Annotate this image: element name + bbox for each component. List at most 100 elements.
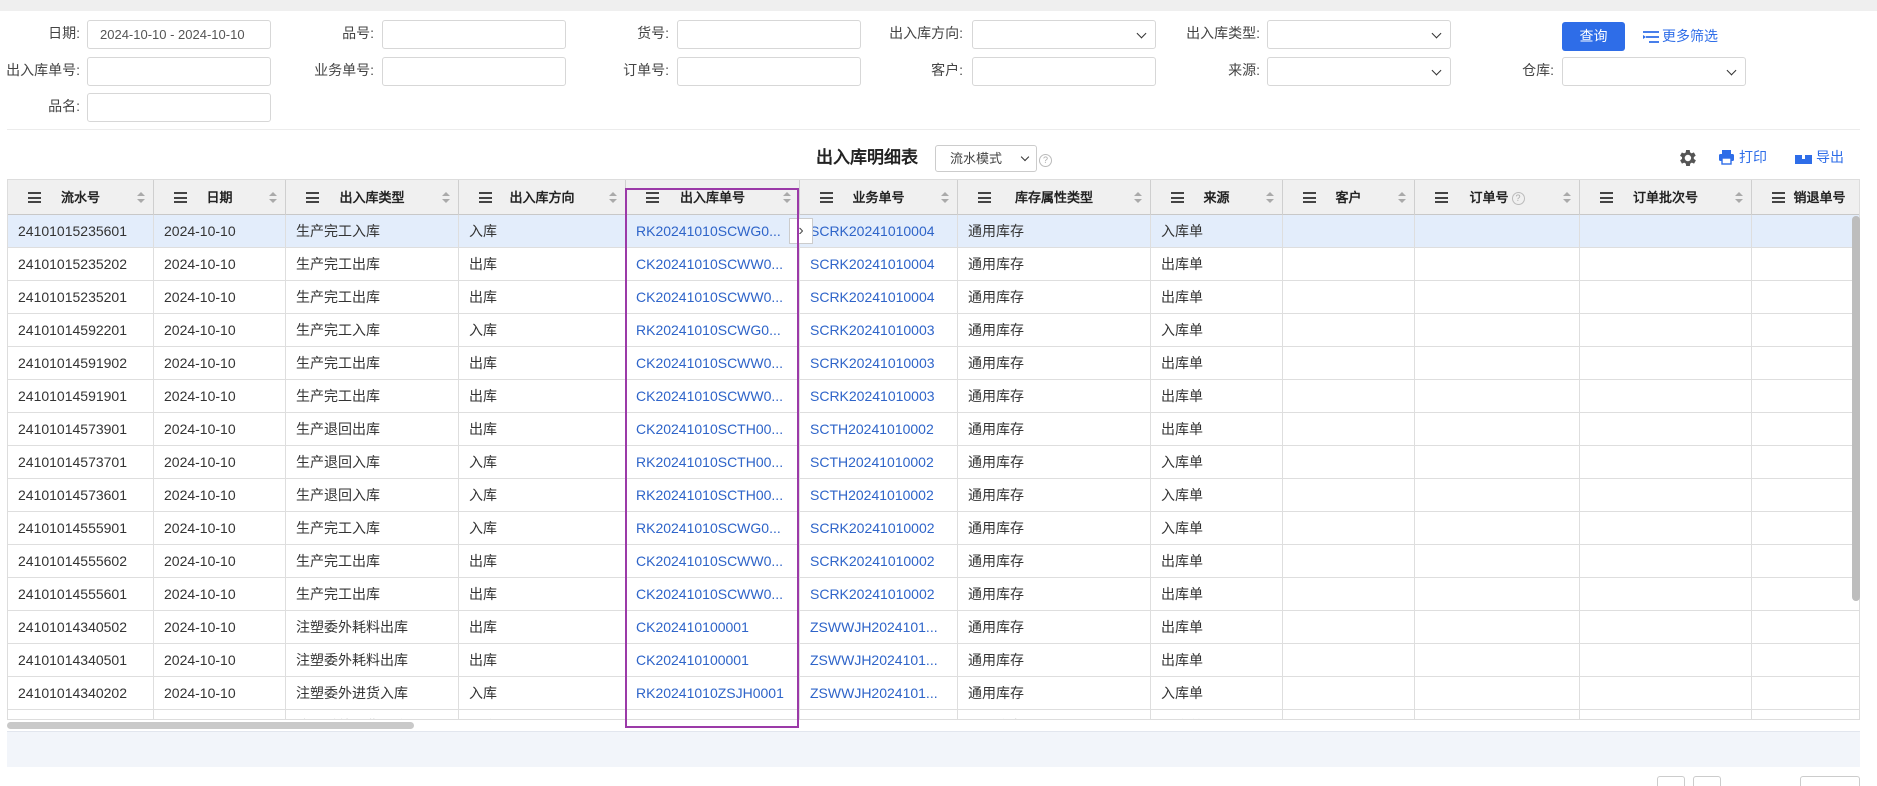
- column-header-order-batch-no[interactable]: 订单批次号: [1580, 180, 1752, 215]
- sort-icon[interactable]: [269, 192, 277, 204]
- cell-business-no[interactable]: SCRK20241010002: [800, 512, 958, 544]
- warehouse-select[interactable]: [1562, 57, 1746, 86]
- mode-select[interactable]: 流水模式: [935, 145, 1037, 172]
- inout-no-input[interactable]: [87, 57, 271, 86]
- cell-inout-no[interactable]: CK20241010SCWW0...: [626, 248, 800, 280]
- cell-business-no[interactable]: SCRK20241010004: [800, 248, 958, 280]
- cell-business-no[interactable]: SCTH20241010002: [800, 413, 958, 445]
- table-row[interactable]: 24101015235201 2024-10-10 生产完工出库 出库 CK202410…: [8, 281, 1859, 314]
- sort-icon[interactable]: [1134, 192, 1142, 204]
- sort-icon[interactable]: [1735, 192, 1743, 204]
- query-button[interactable]: 查询: [1562, 22, 1625, 51]
- table-row[interactable]: 24101014591902 2024-10-10 生产完工出库 出库 CK202410…: [8, 347, 1859, 380]
- sort-icon[interactable]: [442, 192, 450, 204]
- customer-input[interactable]: [972, 57, 1156, 86]
- vertical-scrollbar[interactable]: [1852, 216, 1860, 601]
- cell-source: 入库单: [1151, 710, 1283, 719]
- table-row[interactable]: 24101014340202 2024-10-10 注塑委外进货入库 入库 RK2024…: [8, 677, 1859, 710]
- table-row[interactable]: 24101014555602 2024-10-10 生产完工出库 出库 CK202410…: [8, 545, 1859, 578]
- table-row[interactable]: 24101014592201 2024-10-10 生产完工入库 入库 RK202410…: [8, 314, 1859, 347]
- sort-icon[interactable]: [1266, 192, 1274, 204]
- table-row[interactable]: 24101014340501 2024-10-10 注塑委外耗料出库 出库 CK2024…: [8, 644, 1859, 677]
- column-header-date[interactable]: 日期: [154, 180, 286, 215]
- inout-type-select[interactable]: [1267, 20, 1451, 49]
- column-header-sales-return-no[interactable]: 销退单号: [1752, 180, 1859, 215]
- cell-business-no[interactable]: ZSWWJH2024101...: [800, 710, 958, 719]
- order-no-input[interactable]: [677, 57, 861, 86]
- cell-business-no[interactable]: SCRK20241010002: [800, 545, 958, 577]
- cell-business-no[interactable]: SCRK20241010003: [800, 347, 958, 379]
- cell-inout-no[interactable]: CK20241010SCTH00...: [626, 413, 800, 445]
- cell-inout-no[interactable]: CK20241010SCWW0...: [626, 347, 800, 379]
- column-help-icon[interactable]: ?: [1511, 192, 1525, 205]
- cell-business-no[interactable]: ZSWWJH2024101...: [800, 611, 958, 643]
- cell-inout-no[interactable]: RK20241010ZSJH0001: [626, 677, 800, 709]
- cell-inout-no[interactable]: CK202410100001: [626, 644, 800, 676]
- column-header-customer[interactable]: 客户: [1283, 180, 1415, 215]
- cell-inout-no[interactable]: CK20241010SCWW0...: [626, 380, 800, 412]
- cell-inout-no[interactable]: CK20241010SCWW0...: [626, 281, 800, 313]
- table-row[interactable]: 24101015235601 2024-10-10 生产完工入库 入库 RK202410…: [8, 215, 1859, 248]
- date-range-input[interactable]: 2024-10-10 - 2024-10-10: [87, 20, 271, 49]
- cell-business-no[interactable]: SCRK20241010002: [800, 578, 958, 610]
- export-button[interactable]: 导出: [1795, 147, 1844, 167]
- column-header-source[interactable]: 来源: [1151, 180, 1283, 215]
- cell-inout-no[interactable]: RK20241010SCTH00...: [626, 446, 800, 478]
- cell-inout-no[interactable]: CK20241010SCWW0...: [626, 545, 800, 577]
- table-row[interactable]: 24101014555901 2024-10-10 生产完工入库 入库 RK202410…: [8, 512, 1859, 545]
- column-header-business-no[interactable]: 业务单号: [800, 180, 958, 215]
- cell-business-no[interactable]: SCTH20241010002: [800, 446, 958, 478]
- chevron-right-icon[interactable]: ›: [789, 218, 813, 244]
- pager-next-button[interactable]: [1693, 776, 1721, 786]
- sort-icon[interactable]: [137, 192, 145, 204]
- cell-inout-no[interactable]: RK20241010SCWG0...: [626, 512, 800, 544]
- cell-business-no[interactable]: SCRK20241010003: [800, 380, 958, 412]
- column-header-inout-no[interactable]: 出入库单号: [626, 180, 800, 215]
- cell-inout-no[interactable]: RK20241010SCWG0...: [626, 215, 800, 247]
- more-filter-label: 更多筛选: [1662, 28, 1718, 44]
- business-no-input[interactable]: [382, 57, 566, 86]
- horizontal-scrollbar[interactable]: [7, 722, 414, 729]
- table-row[interactable]: 24101014573901 2024-10-10 生产退回出库 出库 CK202410…: [8, 413, 1859, 446]
- cell-inout-no[interactable]: RK20241010ZSJH0001: [626, 710, 800, 719]
- sort-icon[interactable]: [1563, 192, 1571, 204]
- sort-icon[interactable]: [783, 192, 791, 204]
- more-filter-button[interactable]: 更多筛选: [1642, 25, 1718, 47]
- cell-business-no[interactable]: ZSWWJH2024101...: [800, 644, 958, 676]
- column-header-direction[interactable]: 出入库方向: [459, 180, 626, 215]
- cell-business-no[interactable]: ZSWWJH2024101...: [800, 677, 958, 709]
- table-row[interactable]: 241010143402012024-10-10注塑委外进货入库入库RK2024…: [8, 710, 1859, 719]
- product-name-input[interactable]: [87, 93, 271, 122]
- column-header-order-no[interactable]: 订单号?: [1415, 180, 1580, 215]
- product-no-input[interactable]: [382, 20, 566, 49]
- gear-icon[interactable]: [1676, 147, 1698, 169]
- cell-inout-no[interactable]: RK20241010SCTH00...: [626, 479, 800, 511]
- table-row[interactable]: 24101014573701 2024-10-10 生产退回入库 入库 RK202410…: [8, 446, 1859, 479]
- cell-business-no[interactable]: SCRK20241010004: [800, 215, 958, 247]
- sort-icon[interactable]: [1398, 192, 1406, 204]
- cell-business-no[interactable]: SCTH20241010002: [800, 479, 958, 511]
- sort-icon[interactable]: [941, 192, 949, 204]
- page-size-select[interactable]: [1800, 776, 1860, 786]
- table-row[interactable]: 24101014591901 2024-10-10 生产完工出库 出库 CK202410…: [8, 380, 1859, 413]
- sort-icon[interactable]: [609, 192, 617, 204]
- direction-select[interactable]: [972, 20, 1156, 49]
- print-button[interactable]: 打印: [1718, 147, 1767, 167]
- cell-business-no[interactable]: SCRK20241010004: [800, 281, 958, 313]
- help-icon[interactable]: ?: [1039, 154, 1052, 167]
- goods-no-input[interactable]: [677, 20, 861, 49]
- cell-inout-no[interactable]: CK20241010SCWW0...: [626, 578, 800, 610]
- table-row[interactable]: 24101014555601 2024-10-10 生产完工出库 出库 CK202410…: [8, 578, 1859, 611]
- cell-inout-no[interactable]: RK20241010SCWG0...: [626, 314, 800, 346]
- column-header-inout-type[interactable]: 出入库类型: [286, 180, 459, 215]
- cell-business-no[interactable]: SCRK20241010003: [800, 314, 958, 346]
- cell-inout-no[interactable]: CK202410100001: [626, 611, 800, 643]
- cell-sales-return-no: [1752, 446, 1859, 478]
- source-select[interactable]: [1267, 57, 1451, 86]
- table-row[interactable]: 24101015235202 2024-10-10 生产完工出库 出库 CK202410…: [8, 248, 1859, 281]
- column-header-serial-no[interactable]: 流水号: [8, 180, 154, 215]
- table-row[interactable]: 24101014573601 2024-10-10 生产退回入库 入库 RK202410…: [8, 479, 1859, 512]
- column-header-stock-attr-type[interactable]: 库存属性类型: [958, 180, 1151, 215]
- table-row[interactable]: 24101014340502 2024-10-10 注塑委外耗料出库 出库 CK2024…: [8, 611, 1859, 644]
- pager-prev-button[interactable]: [1657, 776, 1685, 786]
